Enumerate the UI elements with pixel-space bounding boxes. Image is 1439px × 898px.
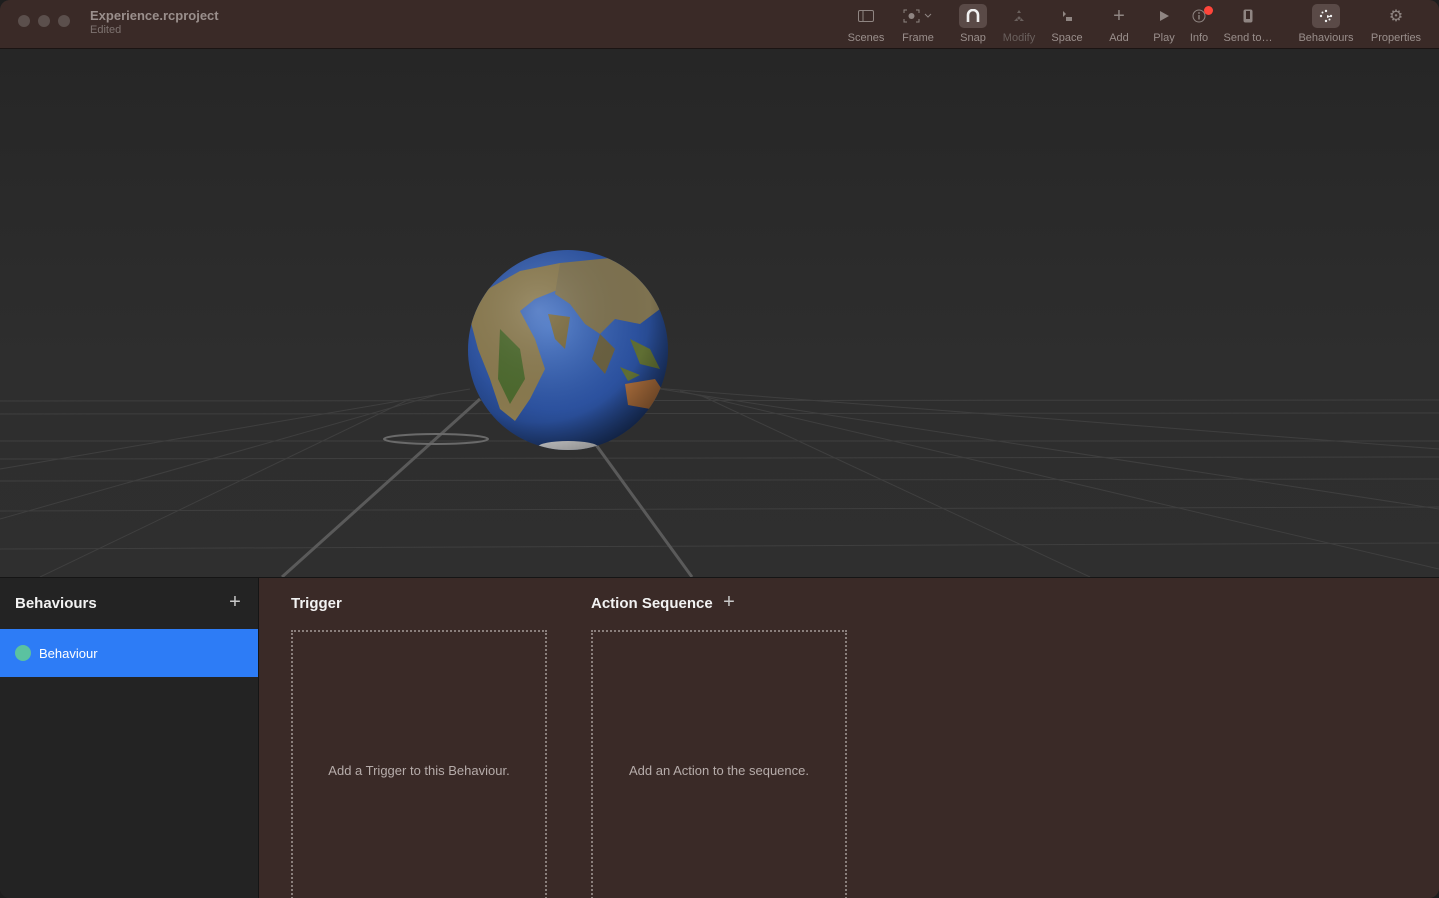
trigger-dropzone[interactable]: Add a Trigger to this Behaviour. xyxy=(291,630,547,898)
add-action-button[interactable]: + xyxy=(721,591,737,614)
zoom-window-button[interactable] xyxy=(58,15,70,27)
magnet-icon xyxy=(959,4,987,28)
trigger-heading: Trigger xyxy=(291,595,342,612)
behaviour-color-dot xyxy=(15,645,31,661)
behaviours-button[interactable]: Behaviours xyxy=(1296,4,1356,44)
behaviours-panel: Behaviours + Behaviour Trigger Add a Tri… xyxy=(0,577,1439,898)
device-icon xyxy=(1234,4,1262,28)
trigger-placeholder: Add a Trigger to this Behaviour. xyxy=(328,762,510,778)
properties-button[interactable]: ⚙ Properties xyxy=(1366,4,1426,44)
ground-grid xyxy=(0,386,1439,577)
action-sequence-dropzone[interactable]: Add an Action to the sequence. xyxy=(591,630,847,898)
globe-model[interactable] xyxy=(468,250,668,453)
action-sequence-placeholder: Add an Action to the sequence. xyxy=(629,762,809,778)
app-window: Experience.rcproject Edited Scenes Frame… xyxy=(0,0,1439,898)
modify-icon xyxy=(1005,4,1033,28)
close-window-button[interactable] xyxy=(18,15,30,27)
document-title: Experience.rcproject xyxy=(90,8,219,23)
plus-icon: + xyxy=(1113,4,1125,27)
sidebar-icon xyxy=(852,4,880,28)
title-bar: Experience.rcproject Edited Scenes Frame… xyxy=(0,0,1439,49)
gear-icon: ⚙ xyxy=(1388,8,1404,25)
minimize-window-button[interactable] xyxy=(38,15,50,27)
behaviours-sidebar: Behaviours + Behaviour xyxy=(0,578,259,898)
send-to-button[interactable]: Send to… xyxy=(1218,4,1278,44)
info-badge xyxy=(1204,6,1213,15)
scene-viewport[interactable] xyxy=(0,49,1439,577)
add-behaviour-button[interactable]: + xyxy=(226,591,244,614)
action-sequence-heading: Action Sequence xyxy=(591,595,713,612)
behaviours-icon xyxy=(1312,4,1340,28)
space-icon xyxy=(1053,4,1081,28)
frame-button[interactable]: Frame xyxy=(888,4,948,44)
document-status: Edited xyxy=(90,24,122,36)
behaviours-heading: Behaviours xyxy=(15,595,97,612)
behaviour-label: Behaviour xyxy=(39,645,98,661)
frame-icon xyxy=(900,4,936,28)
window-controls xyxy=(18,15,70,27)
behaviour-list-item[interactable]: Behaviour xyxy=(0,629,258,677)
scenes-button[interactable]: Scenes xyxy=(836,4,896,44)
scene-canvas xyxy=(0,250,1439,577)
space-button[interactable]: Space xyxy=(1037,4,1097,44)
